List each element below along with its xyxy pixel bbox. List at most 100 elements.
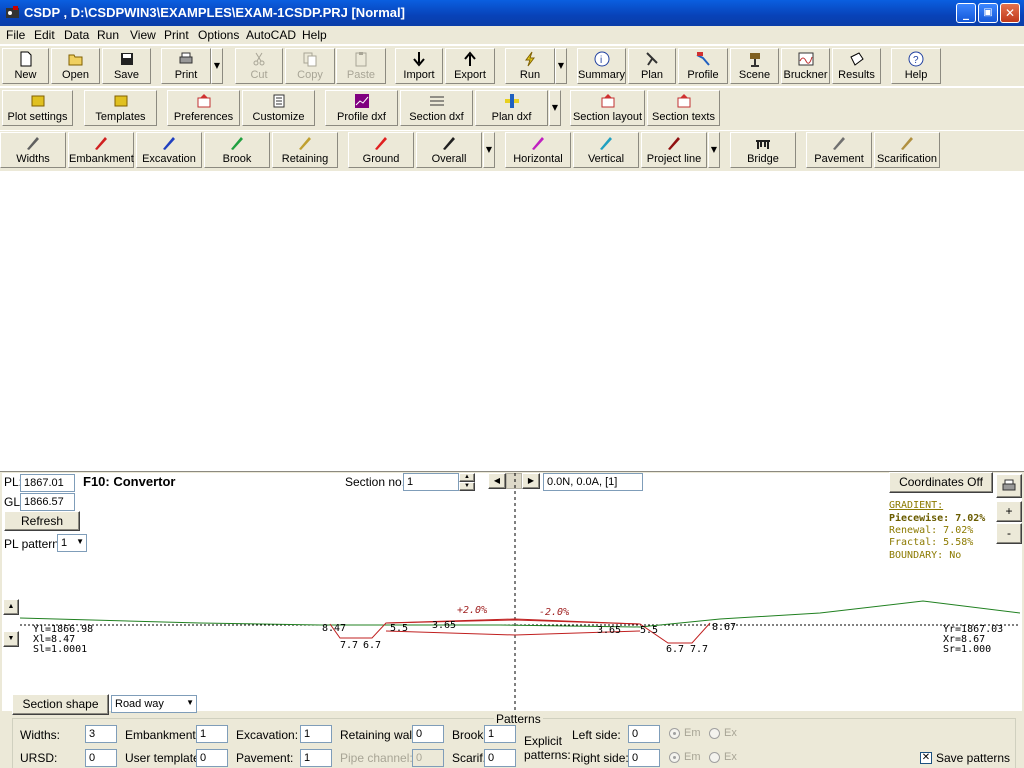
save-patterns-checkbox[interactable]: ✕ [920, 752, 932, 764]
run-dropdown-arrow[interactable]: ▼ [555, 48, 567, 84]
widths-input[interactable]: 3 [85, 725, 117, 743]
run-button[interactable]: Run [505, 48, 555, 84]
left-ex-radio[interactable] [709, 728, 720, 739]
left-side-input[interactable]: 0 [628, 725, 660, 743]
print-dropdown-arrow[interactable]: ▼ [211, 48, 223, 84]
section-dxf-button[interactable]: Section dxf [400, 90, 473, 126]
right-ex-radio[interactable] [709, 752, 720, 763]
profile-icon [696, 52, 710, 66]
embankment-label: Embankment: [125, 728, 200, 742]
plot-settings-button[interactable]: Plot settings [2, 90, 73, 126]
templates-button[interactable]: Templates [84, 90, 157, 126]
right-side-input[interactable]: 0 [628, 749, 660, 767]
embankment-button[interactable]: Embankment [68, 132, 134, 168]
import-button[interactable]: Import [395, 48, 443, 84]
left-ex-label: Ex [724, 727, 737, 739]
project-line-dropdown-arrow[interactable]: ▼ [708, 132, 720, 168]
scarif-input[interactable]: 0 [484, 749, 516, 767]
copy-icon [303, 52, 317, 67]
user-template-input[interactable]: 0 [196, 749, 228, 767]
explicit-patterns-label: Explicit patterns: [524, 734, 571, 762]
dim-label: 3.65 [597, 625, 622, 636]
dim-label: 8.67 [712, 622, 737, 633]
dim-label: 7.7 [690, 644, 709, 655]
menu-autocad[interactable]: AutoCAD [246, 28, 296, 42]
right-em-radio[interactable] [669, 752, 680, 763]
pencil-green-icon [231, 137, 243, 150]
brook-button[interactable]: Brook [204, 132, 270, 168]
ursd-input[interactable]: 0 [85, 749, 117, 767]
horizontal-button[interactable]: Horizontal [505, 132, 571, 168]
ground-button[interactable]: Ground [348, 132, 414, 168]
minimize-button[interactable]: _ [956, 3, 976, 23]
print-button[interactable]: Print [161, 48, 211, 84]
scarification-button[interactable]: Scarification [874, 132, 940, 168]
dim-label: 7.7 [340, 640, 359, 651]
copy-button[interactable]: Copy [285, 48, 335, 84]
scene-button[interactable]: Scene [730, 48, 779, 84]
plan-dxf-dropdown-arrow[interactable]: ▼ [549, 90, 561, 126]
preferences-button[interactable]: Preferences [167, 90, 240, 126]
excavation-input[interactable]: 1 [300, 725, 332, 743]
help-button[interactable]: ? Help [891, 48, 941, 84]
road-way-select[interactable]: Road way ▼ [111, 695, 197, 713]
menu-edit[interactable]: Edit [34, 28, 55, 42]
results-button[interactable]: Results [832, 48, 881, 84]
section-shape-button[interactable]: Section shape [12, 694, 109, 715]
paste-button[interactable]: Paste [336, 48, 386, 84]
menu-run[interactable]: Run [97, 28, 119, 42]
project-line-button[interactable]: Project line [641, 132, 707, 168]
open-button[interactable]: Open [51, 48, 100, 84]
left-em-radio[interactable] [669, 728, 680, 739]
close-button[interactable]: ✕ [1000, 3, 1020, 23]
new-button[interactable]: New [2, 48, 49, 84]
preferences-icon [197, 94, 210, 108]
bruckner-button[interactable]: Bruckner [781, 48, 830, 84]
menu-bar: File Edit Data Run View Print Options Au… [0, 26, 1024, 44]
customize-button[interactable]: Customize [242, 90, 315, 126]
menu-options[interactable]: Options [198, 28, 239, 42]
dim-label: 8.47 [322, 623, 347, 634]
bridge-button[interactable]: Bridge [730, 132, 796, 168]
profile-dxf-button[interactable]: Profile dxf [325, 90, 398, 126]
vertical-button[interactable]: Vertical [573, 132, 639, 168]
pencil-darkred-icon [668, 137, 680, 150]
menu-help[interactable]: Help [302, 28, 327, 42]
arrow-down-icon [413, 52, 425, 67]
cut-button[interactable]: Cut [235, 48, 283, 84]
pavement-button[interactable]: Pavement [806, 132, 872, 168]
menu-data[interactable]: Data [64, 28, 89, 42]
pipe-channel-input[interactable]: 0 [412, 749, 444, 767]
menu-file[interactable]: File [6, 28, 25, 42]
retaining-wall-input[interactable]: 0 [412, 725, 444, 743]
embankment-input[interactable]: 1 [196, 725, 228, 743]
plan-button[interactable]: Plan [628, 48, 676, 84]
menu-print[interactable]: Print [164, 28, 189, 42]
maximize-button[interactable]: ▣ [978, 3, 998, 23]
export-button[interactable]: Export [445, 48, 495, 84]
overall-button[interactable]: Overall [416, 132, 482, 168]
section-layout-button[interactable]: Section layout [570, 90, 645, 126]
profile-button[interactable]: Profile [678, 48, 728, 84]
floppy-disk-icon [120, 53, 133, 65]
widths-button[interactable]: Widths [0, 132, 66, 168]
section-texts-button[interactable]: Section texts [647, 90, 720, 126]
pencil-cyan-icon [600, 137, 612, 150]
retaining-button[interactable]: Retaining [272, 132, 338, 168]
overall-dropdown-arrow[interactable]: ▼ [483, 132, 495, 168]
summary-button[interactable]: i Summary [577, 48, 626, 84]
pavement-input[interactable]: 1 [300, 749, 332, 767]
templates-icon [114, 95, 127, 107]
save-button[interactable]: Save [102, 48, 151, 84]
dim-label: 5.5 [640, 625, 659, 636]
plan-dxf-icon [504, 94, 519, 108]
widths-label: Widths: [20, 728, 61, 742]
clipboard-icon [355, 52, 367, 67]
excavation-button[interactable]: Excavation [136, 132, 202, 168]
slope-right-label: -2.0% [539, 607, 570, 618]
plan-dxf-button[interactable]: Plan dxf [475, 90, 548, 126]
menu-view[interactable]: View [130, 28, 156, 42]
brook-input[interactable]: 1 [484, 725, 516, 743]
profile-dxf-icon [354, 94, 369, 108]
pencil-magenta-icon [532, 137, 544, 150]
